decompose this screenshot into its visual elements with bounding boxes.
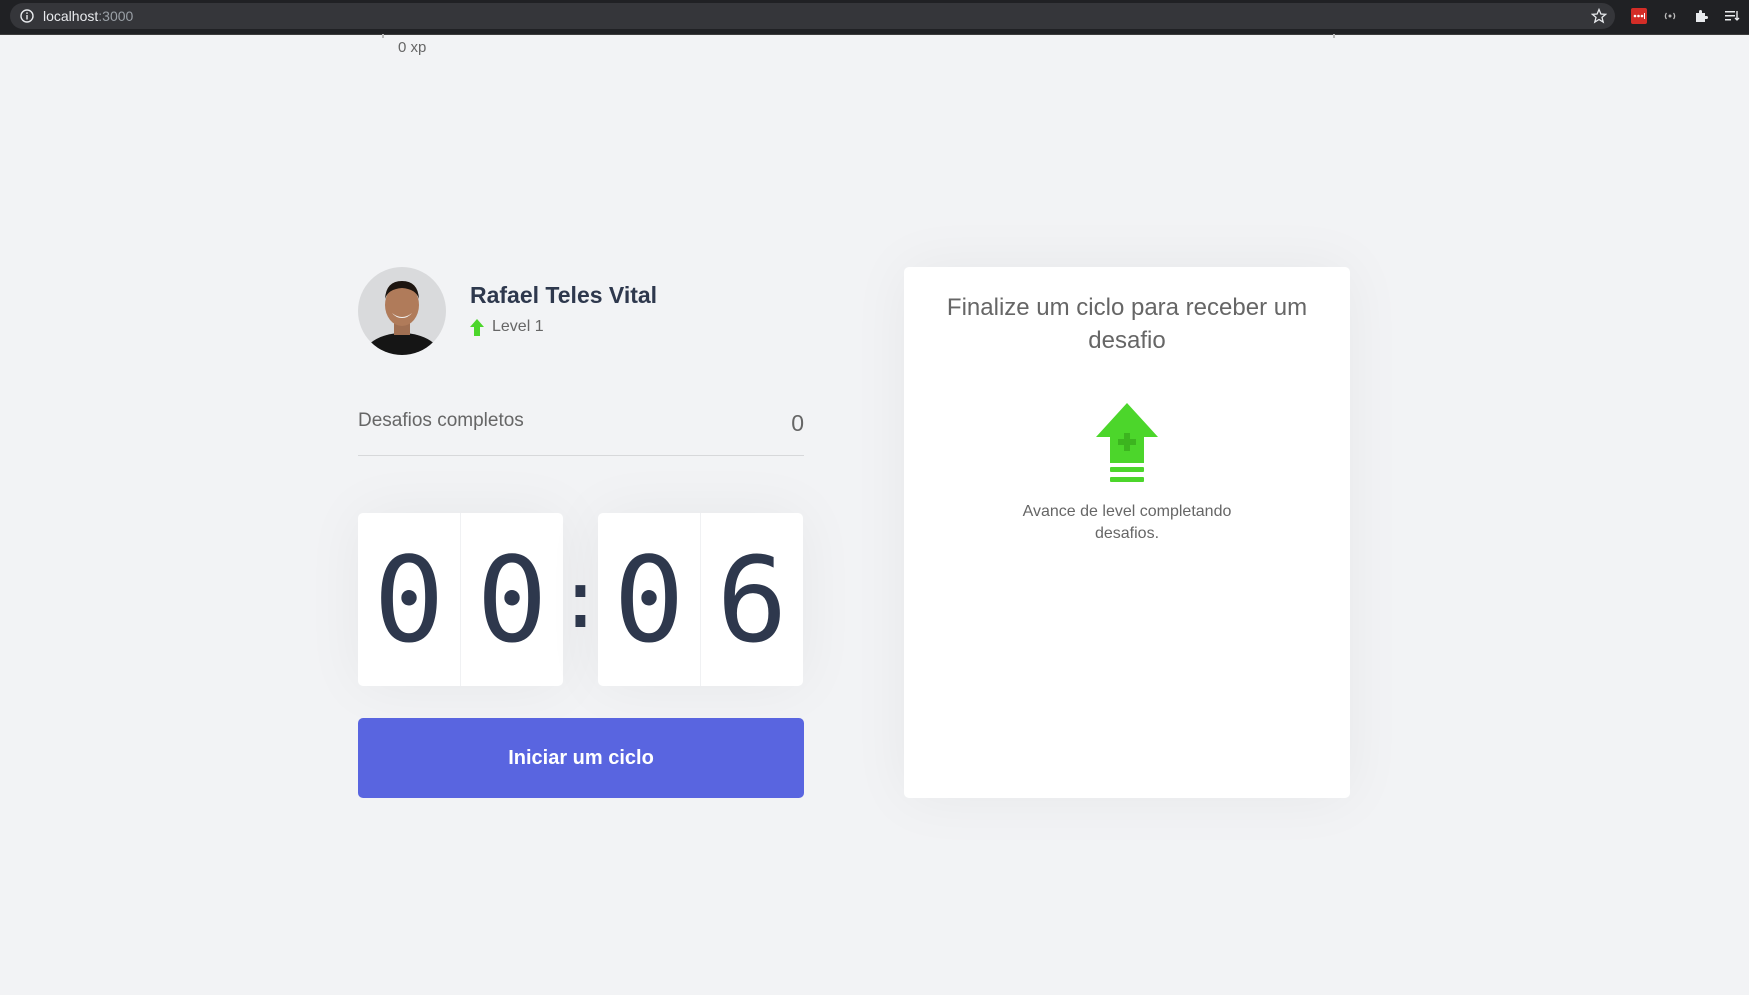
address-bar[interactable]: localhost:3000 <box>10 3 1615 29</box>
level-label: Level 1 <box>492 318 544 335</box>
level-up-arrow-icon <box>470 318 484 336</box>
level-up-icon <box>1096 403 1158 485</box>
countdown-minutes: 0 0 <box>358 513 563 686</box>
completed-challenges: Desafios completos 0 <box>358 410 804 456</box>
bookmark-star-icon[interactable] <box>1590 7 1608 24</box>
start-cycle-button[interactable]: Iniciar um ciclo <box>358 718 804 798</box>
url-port: :3000 <box>98 8 134 24</box>
profile-name: Rafael Teles Vital <box>470 282 658 308</box>
lastpass-extension-icon[interactable] <box>1629 6 1649 26</box>
minute-digit-ones: 0 <box>476 530 548 669</box>
countdown-timer: 0 0 : 0 6 <box>358 513 804 686</box>
completed-challenges-count: 0 <box>791 410 804 436</box>
second-digit-ones: 6 <box>716 530 788 669</box>
extensions-puzzle-icon[interactable] <box>1692 6 1712 26</box>
challenge-box: Finalize um ciclo para receber um desafi… <box>904 267 1350 798</box>
browser-toolbar: localhost:3000 <box>0 0 1749 35</box>
xp-bar-right-tick <box>1333 34 1335 38</box>
countdown-seconds: 0 6 <box>598 513 803 686</box>
reading-list-icon[interactable] <box>1722 6 1742 26</box>
info-icon[interactable] <box>20 9 34 23</box>
countdown-separator: : <box>556 553 605 646</box>
challenge-box-title: Finalize um ciclo para receber um desafi… <box>946 294 1308 354</box>
completed-challenges-label: Desafios completos <box>358 410 524 431</box>
challenge-box-description: Avance de level completando desafios. <box>1022 503 1232 542</box>
radio-extension-icon[interactable] <box>1660 6 1680 26</box>
second-digit-tens: 0 <box>598 513 701 686</box>
profile-level: Level 1 <box>470 318 544 336</box>
xp-bar-left-tick <box>382 34 384 38</box>
current-xp-label: 0 xp <box>398 39 427 56</box>
avatar <box>358 267 446 355</box>
minute-digit-tens: 0 <box>358 513 461 686</box>
url-host: localhost <box>43 8 99 24</box>
